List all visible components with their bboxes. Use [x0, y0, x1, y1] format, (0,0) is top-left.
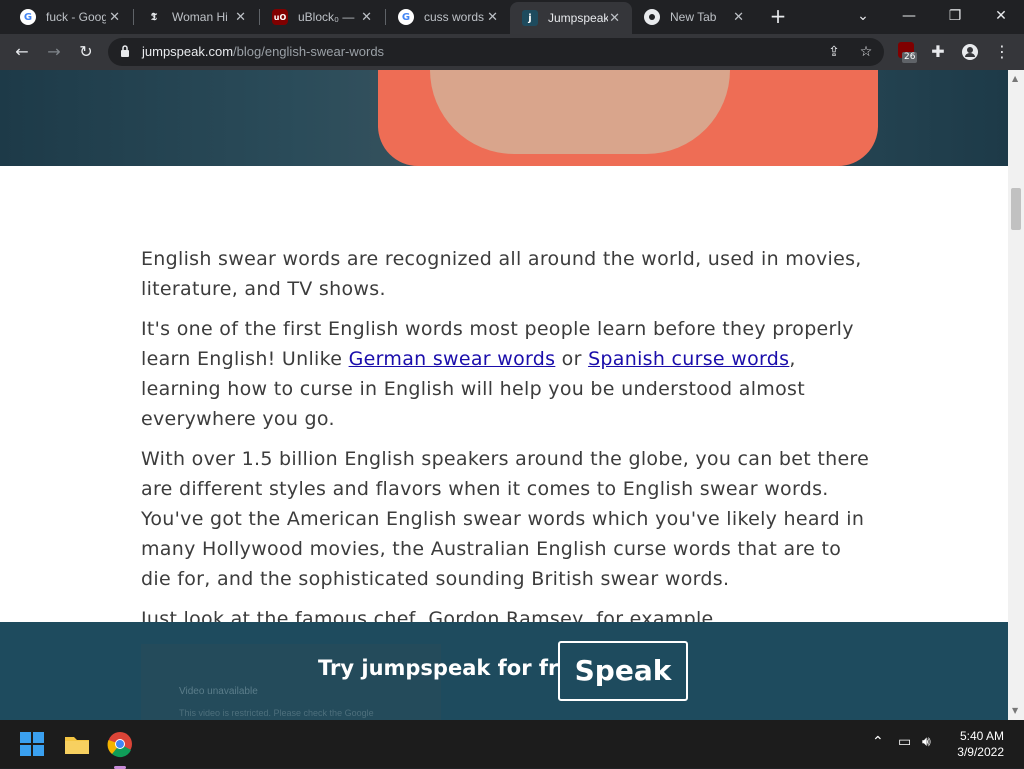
lock-icon — [121, 45, 129, 57]
url-path: /blog/english-swear-words — [233, 44, 385, 59]
tab-title: uBlock₀ — — [298, 10, 355, 24]
close-icon[interactable]: ✕ — [361, 10, 372, 25]
article-paragraph: It's one of the first English words most… — [141, 314, 871, 434]
windows-icon — [20, 732, 44, 756]
hero-figure — [430, 70, 730, 154]
tab-title: fuck - Google — [46, 10, 106, 24]
chevron-up-icon[interactable]: ⌃ — [872, 734, 884, 750]
kebab-menu-icon: ⋮ — [994, 42, 1010, 61]
volume-icon[interactable]: 🔊︎ — [922, 734, 931, 750]
tab-search-button[interactable]: ⌄ — [840, 0, 886, 32]
tab-ublock[interactable]: uO uBlock₀ — ✕ — [260, 0, 384, 34]
tab-cuss-words[interactable]: G cuss words ✕ — [386, 0, 510, 34]
ublock-icon: uO — [272, 9, 288, 25]
tab-title: cuss words — [424, 10, 484, 24]
close-icon[interactable]: ✕ — [609, 11, 620, 26]
restore-icon: ❐ — [948, 8, 962, 24]
cta-banner: Video unavailable This video is restrict… — [0, 622, 1008, 720]
tab-jumpspeak[interactable]: j Jumpspeak ✕ — [510, 2, 632, 34]
tab-woman[interactable]: 𝕿 Woman Hi ✕ — [134, 0, 258, 34]
address-bar[interactable]: jumpspeak.com/blog/english-swear-words ⇪… — [108, 38, 884, 66]
german-swear-words-link[interactable]: German swear words — [349, 348, 556, 370]
ublock-badge: 26 — [902, 52, 918, 63]
scroll-up-icon[interactable]: ▲ — [1012, 74, 1018, 83]
close-icon[interactable]: ✕ — [109, 10, 120, 25]
google-icon: G — [20, 9, 36, 25]
file-explorer-button[interactable] — [61, 728, 93, 760]
new-tab-button[interactable]: + — [766, 5, 790, 29]
arrow-right-icon: → — [47, 42, 61, 61]
close-icon[interactable]: ✕ — [235, 10, 246, 25]
tab-title: New Tab — [670, 10, 717, 24]
speak-button[interactable]: Speak — [558, 641, 688, 701]
reload-icon: ↻ — [79, 42, 93, 61]
nyt-icon: 𝕿 — [150, 11, 158, 23]
cta-text: Try jumpspeak for free. — [318, 656, 595, 680]
google-icon: G — [398, 9, 414, 25]
folder-icon — [65, 737, 89, 754]
tab-strip: G fuck - Google ✕ 𝕿 Woman Hi ✕ uO uBlock… — [0, 0, 1024, 34]
close-icon[interactable]: ✕ — [733, 10, 744, 25]
extensions-button[interactable]: ✚ — [926, 40, 950, 64]
tab-title: Woman Hi — [172, 10, 228, 24]
profile-icon — [962, 44, 978, 60]
jumpspeak-icon: j — [522, 10, 538, 26]
tab-new-tab[interactable]: New Tab ✕ — [632, 0, 756, 34]
close-icon: ✕ — [995, 8, 1007, 24]
article-paragraph: With over 1.5 billion English speakers a… — [141, 448, 870, 590]
start-button[interactable] — [16, 728, 48, 760]
arrow-left-icon: ← — [15, 42, 29, 61]
share-icon[interactable]: ⇪ — [824, 42, 844, 62]
scrollbar-thumb[interactable] — [1011, 188, 1021, 230]
hero-image — [0, 70, 1008, 166]
back-button[interactable]: ← — [10, 40, 34, 64]
browser-toolbar: ← → ↻ jumpspeak.com/blog/english-swear-w… — [0, 34, 1024, 70]
tab-google-search[interactable]: G fuck - Google ✕ — [8, 0, 132, 34]
menu-button[interactable]: ⋮ — [990, 40, 1014, 64]
system-clock[interactable]: 5:40 AM 3/9/2022 — [957, 728, 1004, 760]
forward-button[interactable]: → — [42, 40, 66, 64]
chrome-icon — [107, 732, 132, 758]
article-body: English swear words are recognized all a… — [141, 244, 871, 644]
profile-button[interactable] — [958, 40, 982, 64]
reload-button[interactable]: ↻ — [74, 40, 98, 64]
minimize-icon: — — [902, 8, 916, 24]
video-title: Video unavailable — [179, 686, 258, 697]
minimize-button[interactable]: — — [886, 0, 932, 32]
tab-title: Jumpspeak — [548, 11, 608, 25]
chrome-taskbar-button[interactable] — [104, 728, 136, 769]
chevron-down-icon: ⌄ — [857, 8, 869, 24]
restore-button[interactable]: ❐ — [932, 0, 978, 32]
url-text[interactable]: jumpspeak.com/blog/english-swear-words — [142, 44, 384, 59]
clock-time: 5:40 AM — [959, 729, 1004, 743]
chrome-icon — [644, 9, 660, 25]
clock-date: 3/9/2022 — [957, 745, 1004, 759]
windows-taskbar: ⌃ ▭ 🔊︎ 5:40 AM 3/9/2022 — [0, 720, 1024, 769]
url-host: jumpspeak.com — [142, 44, 234, 59]
star-icon[interactable]: ☆ — [856, 42, 876, 62]
close-icon[interactable]: ✕ — [487, 10, 498, 25]
paragraph-text: or — [555, 348, 589, 370]
video-subtitle: This video is restricted. Please check t… — [179, 708, 374, 718]
page-viewport: English swear words are recognized all a… — [0, 70, 1008, 720]
close-window-button[interactable]: ✕ — [978, 0, 1024, 32]
puzzle-icon: ✚ — [931, 42, 945, 61]
page-scrollbar[interactable]: ▲ ▼ — [1008, 70, 1024, 720]
spanish-curse-words-link[interactable]: Spanish curse words — [588, 348, 789, 370]
article-paragraph: English swear words are recognized all a… — [141, 248, 862, 300]
scroll-down-icon[interactable]: ▼ — [1012, 706, 1018, 715]
network-icon[interactable]: ▭ — [898, 734, 911, 750]
